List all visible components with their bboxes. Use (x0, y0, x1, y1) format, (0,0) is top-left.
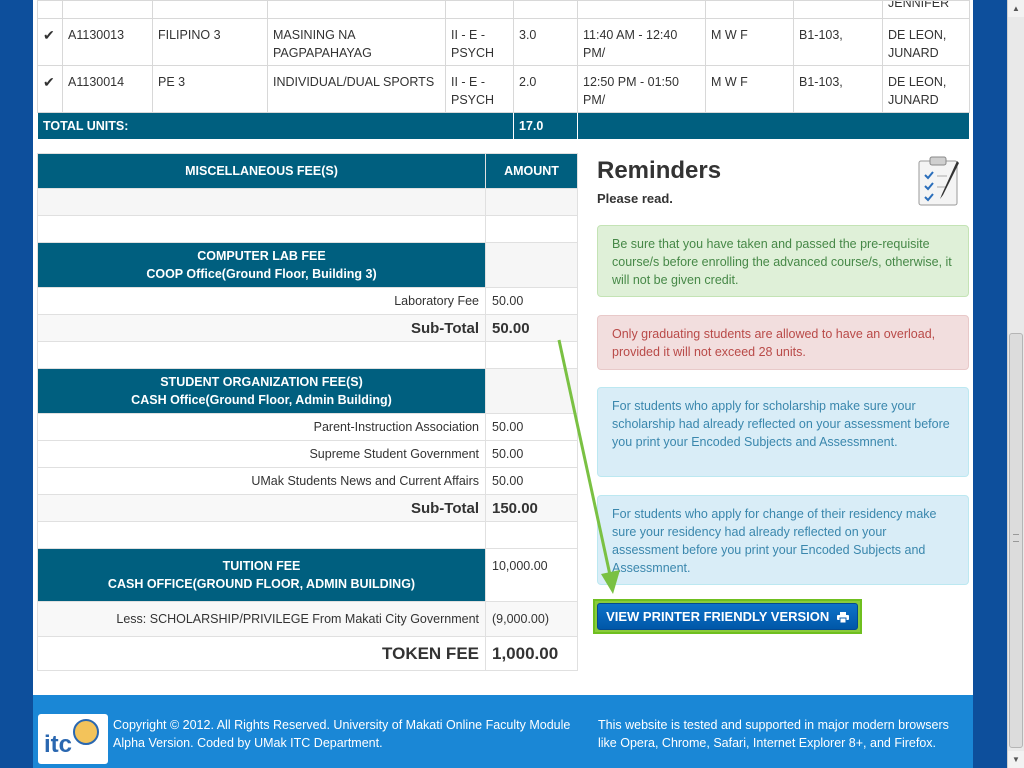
subtotal-label: Sub-Total (37, 314, 486, 342)
page-content: JENNIFER ✔ A1130013 FILIPINO 3 MASINING … (33, 0, 973, 768)
less-amount: (9,000.00) (485, 601, 578, 637)
less-label: Less: SCHOLARSHIP/PRIVILEGE From Makati … (37, 601, 486, 637)
footer-copyright: Copyright © 2012. All Rights Reserved. U… (113, 718, 571, 750)
fee-amount: 50.00 (485, 467, 578, 495)
description-cell: INDIVIDUAL/DUAL SPORTS (267, 65, 446, 113)
total-units-row: TOTAL UNITS: 17.0 (37, 112, 970, 140)
table-row: ✔ A1130013 FILIPINO 3 MASINING NA PAGPAP… (37, 18, 970, 66)
alert-prerequisite: Be sure that you have taken and passed t… (597, 225, 969, 297)
reminders-panel: Reminders Please read. Be sure that you … (597, 153, 969, 585)
time-cell: 11:40 AM - 12:40 PM/ (577, 18, 706, 66)
subtotal-value: 150.00 (485, 494, 578, 522)
fee-name: UMak Students News and Current Affairs (37, 467, 486, 495)
fee-amount: 50.00 (485, 287, 578, 315)
description-cell: MASINING NA PAGPAPAHAYAG (267, 18, 446, 66)
printer-icon (836, 606, 849, 631)
tuition-group: TUITION FEE CASH OFFICE(GROUND FLOOR, AD… (37, 548, 578, 602)
token-fee-label: TOKEN FEE (37, 636, 486, 671)
table-row: JENNIFER (37, 0, 970, 19)
alert-scholarship: For students who apply for scholarship m… (597, 387, 969, 477)
group-title: TUITION FEE (222, 559, 301, 573)
fee-item: Parent-Instruction Association 50.00 (37, 413, 578, 441)
section-cell: II - E - PSYCH (445, 65, 514, 113)
table-row: ✔ A1130014 PE 3 INDIVIDUAL/DUAL SPORTS I… (37, 65, 970, 113)
checkmark-icon: ✔ (43, 27, 55, 43)
days-cell: M W F (705, 18, 794, 66)
fee-name: Parent-Instruction Association (37, 413, 486, 441)
fees-table: MISCELLANEOUS FEE(S) AMOUNT COMPUTER LAB… (37, 153, 578, 671)
print-button-frame: VIEW PRINTER FRIENDLY VERSION (593, 599, 862, 634)
fee-amount: 50.00 (485, 413, 578, 441)
fee-item: Supreme Student Government 50.00 (37, 440, 578, 468)
instructor-cell: DE LEON, JUNARD (882, 18, 970, 66)
subtotal-row: Sub-Total 150.00 (37, 494, 578, 522)
schedule-table: JENNIFER ✔ A1130013 FILIPINO 3 MASINING … (37, 0, 970, 140)
computer-lab-group: COMPUTER LAB FEE COOP Office(Ground Floo… (37, 242, 578, 288)
checkmark-icon: ✔ (43, 74, 55, 90)
less-row: Less: SCHOLARSHIP/PRIVILEGE From Makati … (37, 601, 578, 637)
room-cell: B1-103, (793, 65, 883, 113)
amount-header: AMOUNT (485, 153, 578, 189)
section-cell: II - E - PSYCH (445, 18, 514, 66)
tuition-amount: 10,000.00 (485, 548, 578, 602)
scroll-up-icon[interactable]: ▲ (1008, 0, 1024, 17)
token-fee-row: TOKEN FEE 1,000.00 (37, 636, 578, 671)
subtotal-label: Sub-Total (37, 494, 486, 522)
subtotal-row: Sub-Total 50.00 (37, 314, 578, 342)
alert-residency: For students who apply for change of the… (597, 495, 969, 585)
token-fee-amount: 1,000.00 (485, 636, 578, 671)
fee-name: Supreme Student Government (37, 440, 486, 468)
total-units-value: 17.0 (513, 112, 578, 140)
student-org-group: STUDENT ORGANIZATION FEE(S) CASH Office(… (37, 368, 578, 414)
footer: itc Copyright © 2012. All Rights Reserve… (33, 695, 973, 768)
group-office: CASH Office(Ground Floor, Admin Building… (131, 393, 392, 407)
group-title: STUDENT ORGANIZATION FEE(S) (160, 375, 363, 389)
code-cell: A1130014 (62, 65, 153, 113)
fees-header: MISCELLANEOUS FEE(S) AMOUNT (37, 153, 578, 189)
fee-item: UMak Students News and Current Affairs 5… (37, 467, 578, 495)
subject-cell: FILIPINO 3 (152, 18, 268, 66)
itc-logo: itc (38, 714, 108, 764)
footer-browser-support: This website is tested and supported in … (598, 718, 949, 750)
fee-amount: 50.00 (485, 440, 578, 468)
group-title: COMPUTER LAB FEE (197, 249, 326, 263)
clipboard-icon (918, 156, 959, 206)
group-office: COOP Office(Ground Floor, Building 3) (146, 267, 377, 281)
days-cell: M W F (705, 65, 794, 113)
subject-cell: PE 3 (152, 65, 268, 113)
subtotal-value: 50.00 (485, 314, 578, 342)
time-cell: 12:50 PM - 01:50 PM/ (577, 65, 706, 113)
instructor-cell: JENNIFER (888, 0, 950, 11)
print-button-label: VIEW PRINTER FRIENDLY VERSION (606, 609, 830, 624)
instructor-cell: DE LEON, JUNARD (882, 65, 970, 113)
code-cell: A1130013 (62, 18, 153, 66)
room-cell: B1-103, (793, 18, 883, 66)
units-cell: 3.0 (513, 18, 578, 66)
fee-name-header: MISCELLANEOUS FEE(S) (37, 153, 486, 189)
reminders-subtitle: Please read. (597, 191, 673, 206)
alert-overload: Only graduating students are allowed to … (597, 315, 969, 370)
scroll-down-icon[interactable]: ▼ (1008, 751, 1024, 768)
reminders-title: Reminders (597, 157, 722, 184)
total-units-label: TOTAL UNITS: (37, 112, 514, 140)
fee-item: Laboratory Fee 50.00 (37, 287, 578, 315)
vertical-scrollbar[interactable]: ▲ ▼ (1007, 0, 1024, 768)
group-office: CASH OFFICE(GROUND FLOOR, ADMIN BUILDING… (107, 577, 416, 591)
fee-name: Laboratory Fee (37, 287, 486, 315)
scrollbar-thumb[interactable] (1009, 333, 1023, 748)
view-printer-friendly-button[interactable]: VIEW PRINTER FRIENDLY VERSION (597, 603, 858, 630)
units-cell: 2.0 (513, 65, 578, 113)
logo-text: itc (44, 731, 72, 758)
